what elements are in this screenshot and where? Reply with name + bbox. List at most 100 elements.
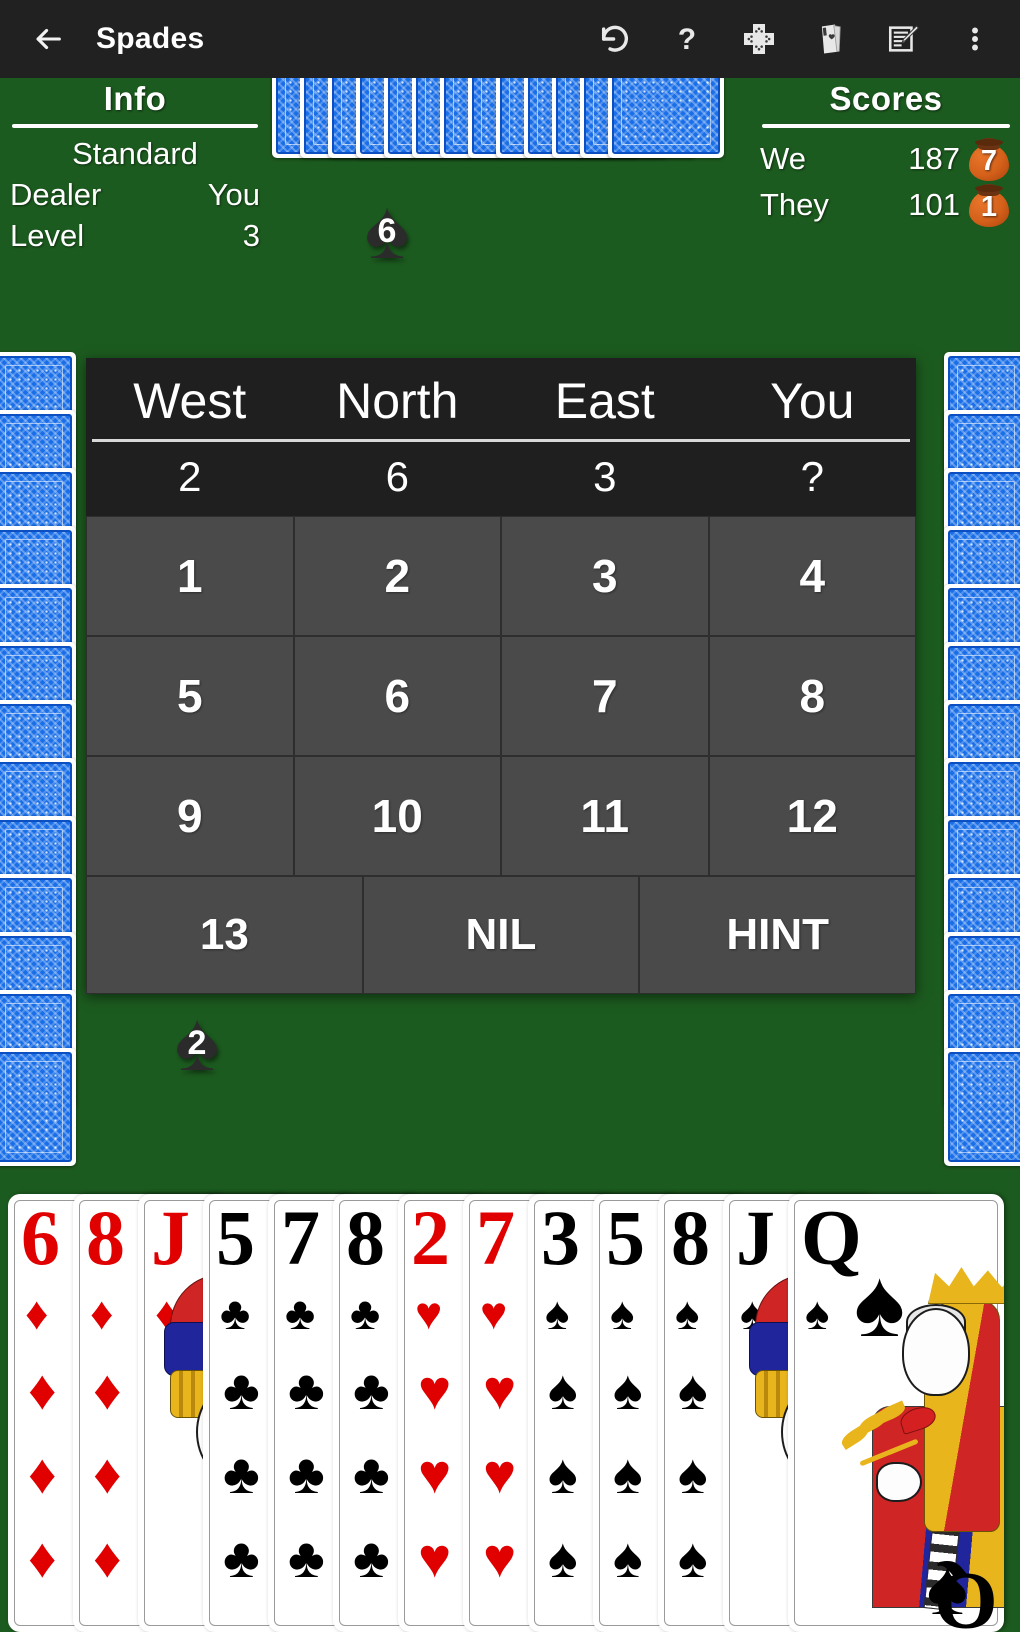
- card-pip: ♣: [223, 1526, 260, 1589]
- bid-dialog-header: West North East You 2 6 3 ?: [86, 358, 916, 514]
- bid-button-3[interactable]: 3: [501, 516, 709, 637]
- card-rank: 8: [671, 1194, 710, 1281]
- bid-button-2[interactable]: 2: [293, 516, 501, 637]
- info-divider: [12, 124, 258, 128]
- cards-icon[interactable]: [810, 16, 852, 62]
- east-hand: [944, 352, 1020, 1166]
- info-panel: Info Standard Dealer You Level 3: [10, 80, 260, 256]
- queen-hand: [876, 1462, 922, 1502]
- info-row-level: Level 3: [10, 215, 260, 256]
- scorepad-icon[interactable]: [882, 16, 924, 62]
- bid-button-5[interactable]: 5: [86, 636, 294, 757]
- bid-button-1[interactable]: 1: [86, 516, 294, 637]
- dice-icon[interactable]: [738, 16, 780, 62]
- bid-button-10[interactable]: 10: [293, 756, 501, 877]
- card-pip: ♣: [223, 1358, 260, 1421]
- bid-button-grid: 1 2 3 4 5 6 7 8 9 10 11 12 13 NIL HINT: [86, 514, 916, 995]
- card-rank: 8: [346, 1194, 385, 1281]
- queen-bottom-rank: Q: [934, 1556, 998, 1632]
- info-panel-title: Info: [103, 80, 167, 117]
- card-back-dots: [5, 1061, 63, 1153]
- app-bar: Spades ?: [0, 0, 1020, 78]
- we-bags-count: 7: [980, 144, 998, 177]
- scores-divider: [762, 124, 1010, 128]
- page-title: Spades: [96, 22, 205, 55]
- bid-button-7[interactable]: 7: [501, 636, 709, 757]
- queen-court-art: ♠ ♠ Q: [806, 1250, 1004, 1632]
- level-label: Level: [10, 218, 85, 254]
- card-pip: ♥: [418, 1442, 452, 1505]
- bid-value-west: 2: [178, 453, 202, 500]
- card-suit-icon: ♠: [545, 1287, 570, 1339]
- score-row-we: We 187 7: [760, 136, 1012, 182]
- card-pip: ♦: [28, 1526, 57, 1589]
- east-card: [944, 1048, 1020, 1166]
- queen-crown: [928, 1267, 1004, 1304]
- they-bags-badge: 1: [966, 182, 1012, 228]
- queen-big-spade-icon: ♠: [854, 1250, 905, 1357]
- level-value: 3: [242, 218, 260, 254]
- back-button[interactable]: [26, 17, 70, 61]
- north-bid-value: 6: [377, 212, 397, 250]
- card-suit-icon: ♦: [25, 1287, 49, 1339]
- card-pip: ♥: [483, 1358, 517, 1421]
- card-back-dots: [957, 1061, 1015, 1153]
- card-pip: ♠: [548, 1442, 578, 1505]
- card-pip: ♣: [288, 1526, 325, 1589]
- card-pip: ♣: [223, 1442, 260, 1505]
- card-suit-icon: ♠: [675, 1287, 700, 1339]
- svg-text:?: ?: [678, 23, 696, 56]
- bid-value-north: 6: [385, 453, 409, 500]
- card-pip: ♥: [483, 1442, 517, 1505]
- score-row-they: They 101 1: [760, 182, 1012, 228]
- bid-button-11[interactable]: 11: [501, 756, 709, 877]
- card-rank: 5: [606, 1194, 645, 1281]
- bid-button-9[interactable]: 9: [86, 756, 294, 877]
- bid-button-nil[interactable]: NIL: [362, 876, 640, 995]
- card-suit-icon: ♠: [610, 1287, 635, 1339]
- bid-value-you: ?: [800, 453, 824, 500]
- card-pip: ♣: [353, 1442, 390, 1505]
- undo-icon[interactable]: [594, 16, 636, 62]
- we-score: 187: [908, 141, 960, 177]
- card-rank: 6: [21, 1194, 60, 1281]
- hint-button[interactable]: HINT: [639, 876, 916, 995]
- bid-button-8[interactable]: 8: [708, 636, 916, 757]
- bid-dialog: West North East You 2 6 3 ? 1 2 3 4 5 6 …: [86, 358, 916, 995]
- card-pip: ♣: [288, 1358, 325, 1421]
- they-bags-count: 1: [980, 190, 998, 223]
- card-rank: 3: [541, 1194, 580, 1281]
- they-label: They: [760, 187, 829, 223]
- scores-panel: Scores We 187 7 They 101 1: [760, 80, 1012, 228]
- card-pip: ♣: [353, 1526, 390, 1589]
- card-pip: ♥: [483, 1526, 517, 1589]
- card-pip: ♠: [613, 1358, 643, 1421]
- card-suit-icon: ♦: [90, 1287, 114, 1339]
- card-pip: ♠: [548, 1526, 578, 1589]
- bid-value-east: 3: [593, 453, 617, 500]
- card-rank: 7: [281, 1194, 320, 1281]
- bid-button-13[interactable]: 13: [86, 876, 363, 995]
- card-rank: 8: [86, 1194, 125, 1281]
- scores-panel-title: Scores: [829, 80, 943, 117]
- hand-card[interactable]: Q ♠ ♠ ♠ Q: [788, 1194, 1004, 1632]
- north-bid-marker: ♠ 6: [352, 187, 422, 272]
- card-pip: ♣: [353, 1358, 390, 1421]
- west-bid-marker: ♠ 2: [162, 999, 232, 1084]
- card-pip: ♦: [28, 1358, 57, 1421]
- overflow-menu-icon[interactable]: [954, 16, 996, 62]
- card-rank: 7: [476, 1194, 515, 1281]
- help-icon[interactable]: ?: [666, 16, 708, 62]
- card-pip: ♠: [678, 1526, 708, 1589]
- queen-face: [902, 1308, 970, 1396]
- card-rank: 2: [411, 1194, 450, 1281]
- bid-button-12[interactable]: 12: [708, 756, 916, 877]
- they-score: 101: [908, 187, 960, 223]
- bid-button-4[interactable]: 4: [708, 516, 916, 637]
- card-pip: ♦: [28, 1442, 57, 1505]
- card-pip: ♥: [418, 1358, 452, 1421]
- card-suit-icon: ♣: [350, 1287, 381, 1339]
- bid-button-6[interactable]: 6: [293, 636, 501, 757]
- card-rank: 5: [216, 1194, 255, 1281]
- bid-values-row: 2 6 3 ?: [86, 442, 916, 514]
